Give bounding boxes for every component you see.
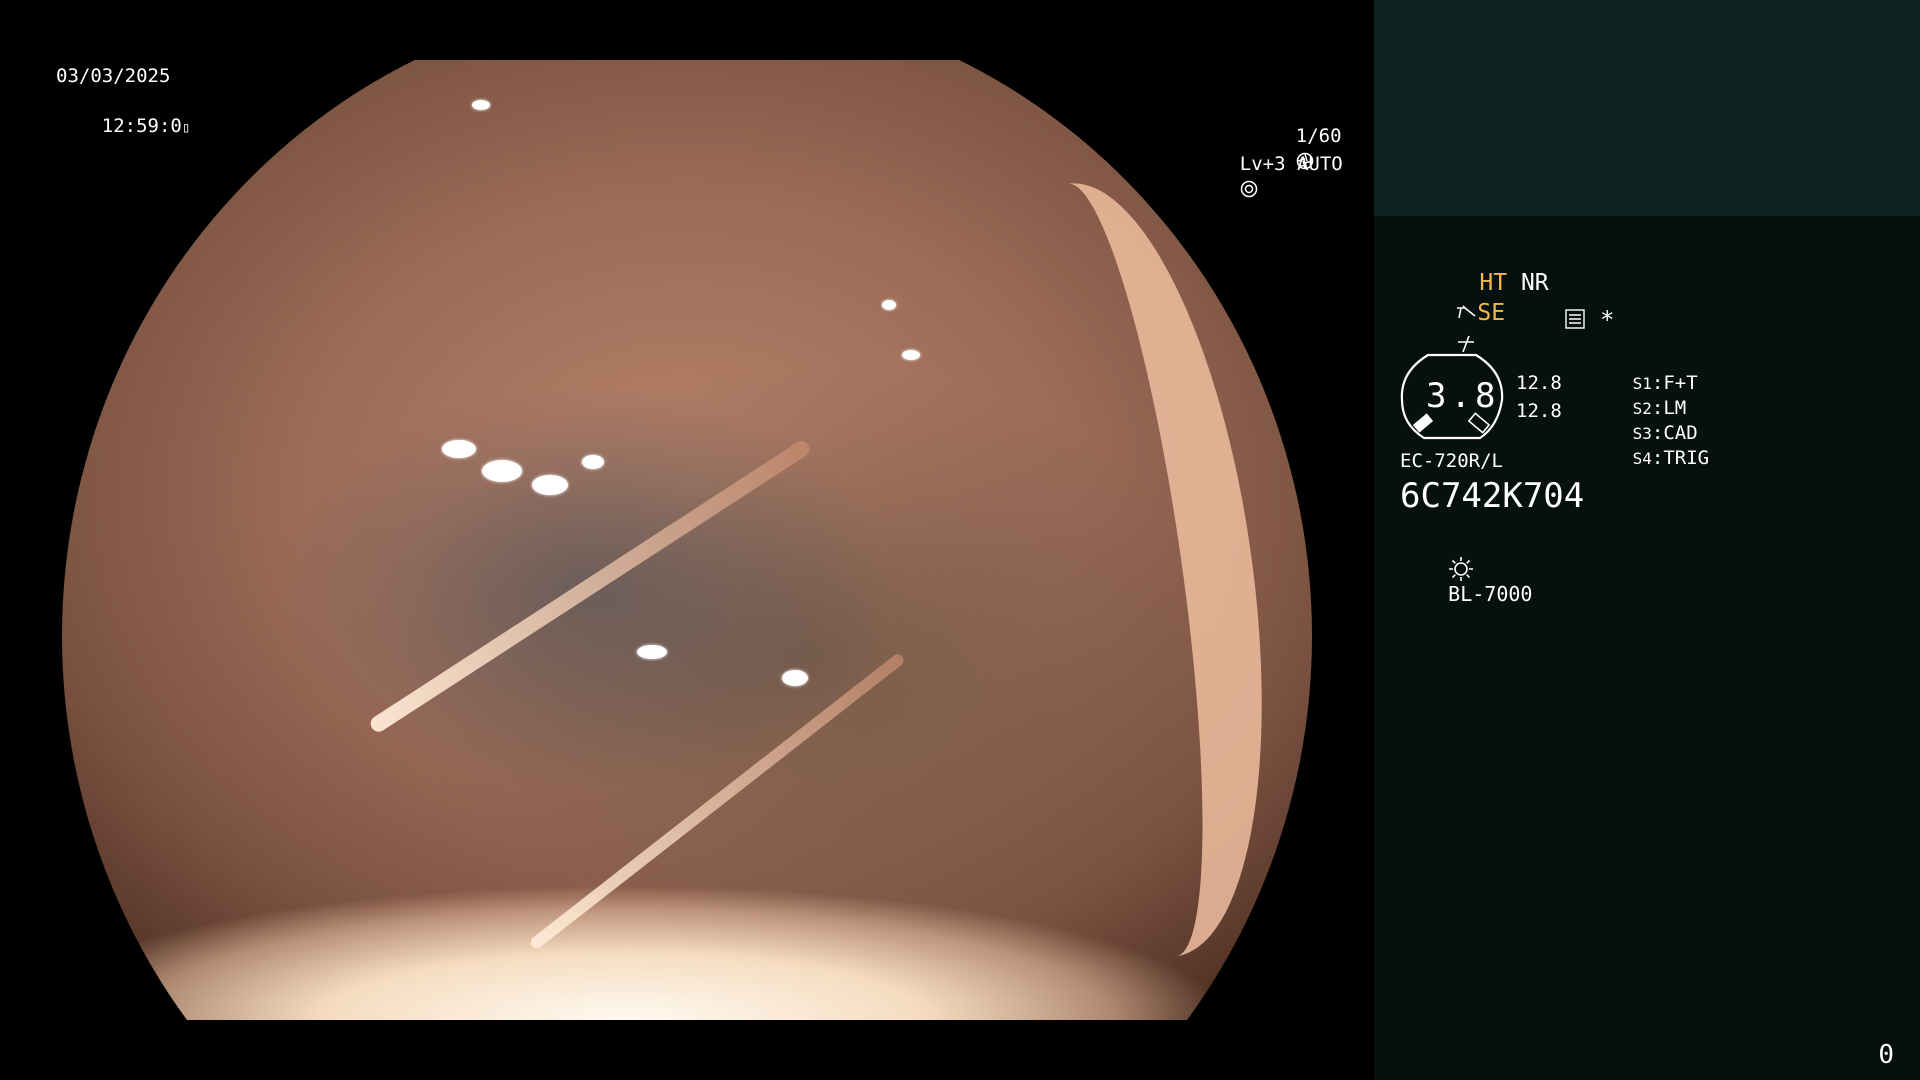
endoscope-viewport: 03/03/2025 12:59:0▯ 1/60 Lv+3 AUTO	[0, 0, 1374, 1080]
light-reflection	[882, 300, 896, 310]
exposure-label: Lv+3 AUTO	[1194, 127, 1343, 227]
light-reflection	[442, 440, 476, 458]
status-side-panel: HT NR SE * 3.8 12.8 12.8 S1:F+T S2:LM S3…	[1374, 0, 1920, 1080]
gauge-value: 3.8	[1426, 376, 1500, 416]
date-label: 03/03/2025	[56, 65, 171, 87]
light-reflection	[637, 645, 667, 659]
light-bulb-icon	[1449, 557, 1474, 581]
time-value: 12:59:0	[101, 115, 182, 137]
se-label: SE	[1477, 300, 1506, 326]
light-reflection	[482, 460, 522, 482]
enhance-icon	[1458, 335, 1475, 353]
iris-icon	[1240, 180, 1258, 198]
nr-label: NR	[1520, 270, 1549, 296]
image-counter: 0	[1878, 1040, 1894, 1070]
scope-model-label: EC-720R/L	[1400, 450, 1503, 472]
light-reflection	[532, 475, 568, 495]
light-reflection	[902, 350, 920, 360]
switch-list: S1:F+T S2:LM S3:CAD S4:TRIG	[1564, 350, 1710, 469]
switch-item: S4:TRIG	[1632, 447, 1710, 469]
light-source-row: BL-7000	[1400, 532, 1532, 630]
gauge-top-value: 12.8	[1516, 372, 1562, 394]
switch-item: S3:CAD	[1632, 422, 1698, 444]
time-label: 12:59:0▯	[56, 89, 191, 166]
light-reflection	[472, 100, 490, 110]
auto-value: AUTO	[1296, 153, 1343, 175]
clock-mark-icon: ▯	[181, 120, 191, 136]
switch-value: TRIG	[1663, 447, 1710, 469]
light-source-label: BL-7000	[1448, 582, 1533, 606]
gauge-bottom-value: 12.8	[1516, 400, 1562, 422]
scope-serial-label: 6C742K704	[1400, 476, 1585, 516]
star-marker: *	[1600, 306, 1615, 334]
light-reflection	[782, 670, 808, 686]
light-reflection	[582, 455, 604, 469]
mucosal-ridge	[367, 438, 813, 735]
level-value: Lv+3	[1239, 153, 1286, 175]
endoscopic-image	[62, 60, 1312, 1020]
switch-key: S4	[1632, 449, 1652, 468]
switch-item: S1:F+T	[1632, 372, 1698, 394]
menu-icon	[1565, 309, 1585, 329]
side-panel-header-area	[1374, 0, 1920, 216]
switch-item: S2:LM	[1632, 397, 1687, 419]
